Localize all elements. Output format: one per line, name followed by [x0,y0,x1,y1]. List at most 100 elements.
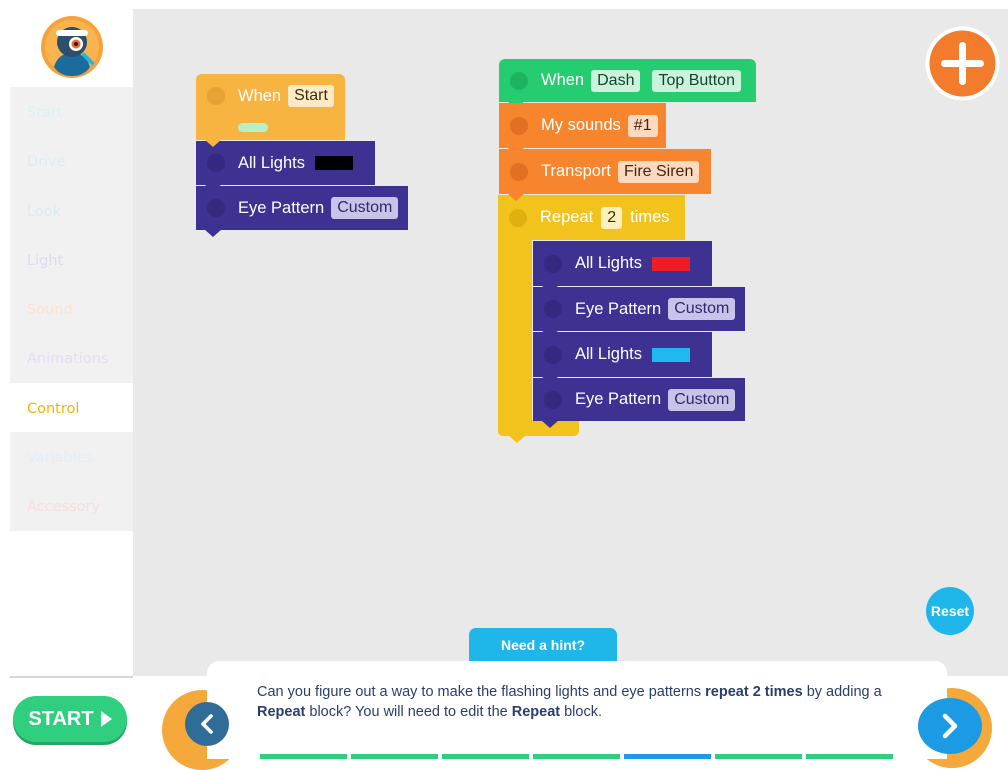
block-notch [204,184,222,192]
progress-bar [260,754,893,759]
progress-step[interactable] [533,754,620,759]
block-connector-dot [510,71,528,90]
play-icon [100,711,112,727]
hint-text-part: by adding a [802,684,882,700]
repeat-footer-notch [508,435,526,443]
block-connector-dot [207,199,225,217]
next-button[interactable] [918,698,982,754]
eye-pattern-block-2[interactable]: Eye Pattern Custom [533,378,745,428]
block-connector-dot [207,87,225,105]
category-control[interactable]: Control [10,382,133,433]
start-button[interactable]: START [13,696,127,742]
category-list: Start Drive Look Light Sound Animations … [10,87,133,531]
all-lights-label: All Lights [575,345,642,363]
eye-pattern-dropdown[interactable]: Custom [331,197,399,219]
repeat-block[interactable]: Repeat 2 times [498,195,685,240]
color-swatch[interactable] [314,156,353,170]
category-label: Drive [27,154,66,171]
block-connector-dot [207,154,225,172]
reset-button[interactable]: Reset [926,587,974,635]
add-button[interactable] [924,25,1001,102]
event-dropdown[interactable]: Top Button [652,69,741,92]
category-label: Control [27,400,80,417]
sidebar-divider [10,676,133,678]
hint-text-bold: repeat 2 times [705,684,803,700]
category-light[interactable]: Light [10,234,133,285]
when-dash-block[interactable]: When Dash Top Button [499,59,756,109]
transport-label: Transport [541,162,611,180]
trigger-dropdown[interactable]: Start [288,85,334,107]
repeat-count-field[interactable]: 2 [601,206,623,229]
eye-pattern-label: Eye Pattern [575,390,662,408]
avatar[interactable] [40,15,104,79]
color-swatch[interactable] [651,256,690,271]
hint-panel: Can you figure out a way to make the fla… [207,661,947,759]
block-connector-dot [510,162,528,181]
hint-text-bold: Repeat [511,704,561,720]
robot-dropdown[interactable]: Dash [591,69,641,92]
category-sound[interactable]: Sound [10,284,133,334]
hint-text-part: block? You will need to edit the [305,704,512,720]
progress-step[interactable] [260,754,347,759]
block-connector-dot [544,390,562,409]
transport-block[interactable]: Transport Fire Siren [499,149,711,201]
my-sounds-label: My sounds [541,116,621,134]
all-lights-block-blue[interactable]: All Lights [533,332,712,384]
block-notch [507,193,525,201]
category-look[interactable]: Look [10,185,133,235]
all-lights-block[interactable]: All Lights [196,141,375,192]
progress-step[interactable] [351,754,438,759]
when-start-block[interactable]: When Start [196,74,345,147]
category-animations[interactable]: Animations [10,333,133,383]
chevron-left-icon [201,714,213,734]
repeat-block-footer [498,420,579,436]
previous-button[interactable] [185,702,229,746]
eye-pattern-block[interactable]: Eye Pattern Custom [196,186,408,237]
progress-step[interactable] [715,754,802,759]
category-drive[interactable]: Drive [10,136,133,186]
hint-text-part: Can you figure out a way to make the fla… [257,684,706,700]
hint-text-bold: Repeat [257,704,306,720]
hint-tab-label: Need a hint? [500,637,585,653]
category-label: Animations [27,351,109,368]
block-connector-dot [544,300,562,318]
progress-step[interactable] [442,754,529,759]
all-lights-block-red[interactable]: All Lights [533,241,712,293]
progress-step-current[interactable] [624,754,711,759]
all-lights-label: All Lights [238,153,305,172]
transport-dropdown[interactable]: Fire Siren [618,160,700,183]
eye-pattern-dropdown[interactable]: Custom [668,298,736,320]
block-notch [204,229,222,237]
category-label: Variables [27,450,94,467]
category-label: Light [27,252,64,269]
category-label: Start [27,105,63,121]
hint-tab[interactable]: Need a hint? [469,628,617,661]
color-swatch[interactable] [651,347,690,362]
my-sounds-block[interactable]: My sounds #1 [499,103,666,155]
category-accessory[interactable]: Accessory [10,481,133,531]
repeat-suffix: times [630,208,670,226]
eye-pattern-dropdown[interactable]: Custom [668,388,736,411]
block-connector-dot [544,345,562,364]
repeat-label: Repeat [540,208,594,226]
eye-pattern-label: Eye Pattern [575,299,662,318]
start-label: START [28,707,94,730]
progress-step[interactable] [806,754,893,759]
category-variables[interactable]: Variables [10,432,133,482]
category-label: Sound [27,302,73,319]
hint-text: Can you figure out a way to make the fla… [257,682,907,722]
eye-pattern-block-1[interactable]: Eye Pattern Custom [533,287,745,338]
sidebar: Start Drive Look Light Sound Animations … [0,0,133,759]
chevron-right-icon [942,713,958,739]
plus-icon [925,26,1000,101]
status-indicator [238,123,268,132]
category-label: Look [27,203,61,220]
reset-label: Reset [930,603,970,619]
block-notch [204,139,222,147]
category-label: Accessory [27,499,101,516]
eye-pattern-label: Eye Pattern [238,198,325,217]
sound-dropdown[interactable]: #1 [627,114,658,137]
when-label: When [541,71,585,89]
block-connector-dot [509,208,527,227]
category-start[interactable]: Start [10,87,133,137]
